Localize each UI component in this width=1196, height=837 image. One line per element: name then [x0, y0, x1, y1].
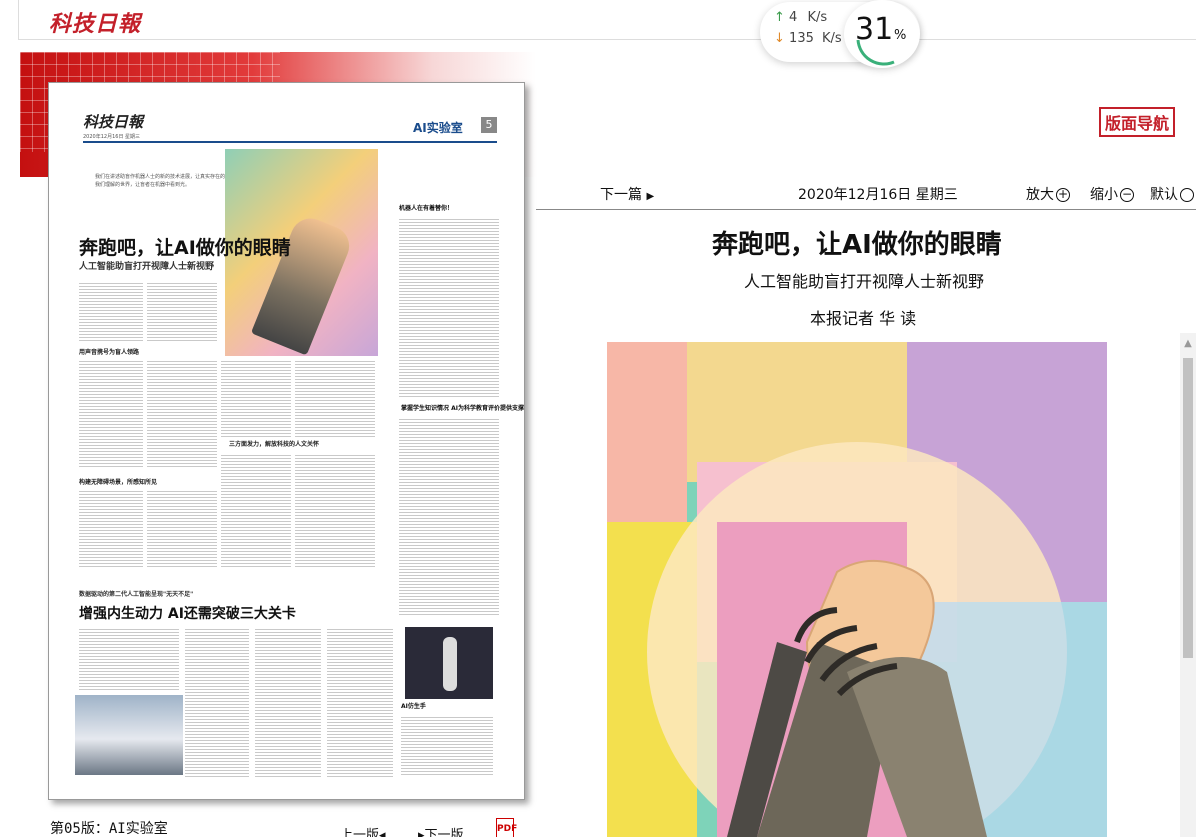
thumb-subheadline: 人工智能助盲打开视障人士新视野 [79, 262, 215, 272]
thumb-headline-2[interactable]: 增强内生动力 AI还需突破三大关卡 [79, 603, 296, 623]
prev-page-link[interactable]: 上一版◂ [340, 824, 386, 837]
thumb-header-rule [83, 141, 497, 143]
thumb-logo: 科技日報 [83, 113, 144, 131]
zoom-in-icon: + [1056, 187, 1070, 202]
robot-and-human-hands-illustration [727, 559, 987, 837]
top-header-bar: 科技日報 [18, 0, 1196, 40]
article-author: 本报记者 华 读 [810, 309, 917, 328]
upload-speed: ↑ 4 K/s [774, 10, 828, 25]
zoom-default-button[interactable]: 默认 [1150, 184, 1194, 204]
text-column [295, 359, 375, 439]
text-column [295, 453, 375, 569]
article-hero-image[interactable] [607, 342, 1107, 837]
up-arrow-icon: ↑ [774, 10, 785, 25]
article-toolbar: 下一篇 ▶ 2020年12月16日 星期三 放大 + 缩小 − 默认 [536, 180, 1196, 210]
download-speed: ↓ 135 K/s [774, 31, 842, 46]
text-column [147, 281, 217, 341]
zoom-out-button[interactable]: 缩小 − [1090, 184, 1134, 204]
down-arrow-icon: ↓ [774, 31, 785, 46]
text-column [327, 627, 393, 777]
text-column [79, 489, 143, 569]
zoom-default-icon [1180, 188, 1194, 202]
text-column [399, 417, 499, 617]
pdf-icon[interactable]: PDF [496, 818, 517, 837]
page-preview-panel: 科技日報 2020年12月16日 星期三 AI实验室 5 我们在讲述助盲作机器人… [20, 52, 536, 837]
article-subtitle: 人工智能助盲打开视障人士新视野 [744, 272, 985, 291]
text-column [221, 453, 291, 569]
thumb-photo-expo[interactable] [75, 695, 183, 775]
thumb-kicker-2: 数据驱动的第二代人工智能呈现"无天不足" [79, 591, 194, 598]
article-title: 奔跑吧，让AI做你的眼睛 [712, 230, 1002, 260]
text-column [79, 281, 143, 341]
text-column [399, 217, 499, 397]
thumb-dateline: 2020年12月16日 星期三 [83, 134, 141, 140]
zoom-in-button[interactable]: 放大 + [1026, 184, 1070, 204]
thumb-side-headline-3: AI仿生手 [401, 703, 426, 710]
percent-sign: % [894, 28, 907, 43]
page-navigation-button[interactable]: 版面导航 [1099, 107, 1176, 137]
thumb-subhead-1: 用声音携号为盲人领路 [79, 349, 140, 356]
site-logo[interactable]: 科技日報 [49, 6, 141, 38]
newspaper-page-thumbnail[interactable]: 科技日報 2020年12月16日 星期三 AI实验室 5 我们在讲述助盲作机器人… [48, 82, 525, 800]
newspaper-viewer: 科技日報 ↑ 4 K/s ↓ 135 K/s 31 % 科技日報 2020年12… [0, 0, 1196, 837]
thumb-subhead-2: 构建无障碍场景，所感知所见 [79, 479, 158, 486]
thumb-section-label: AI实验室 [413, 121, 463, 135]
text-column [147, 489, 217, 569]
next-article-link[interactable]: 下一篇 ▶ [600, 184, 654, 204]
text-column [185, 627, 249, 777]
network-speed-widget[interactable]: ↑ 4 K/s ↓ 135 K/s 31 % [760, 0, 920, 68]
zoom-out-icon: − [1120, 187, 1134, 202]
thumb-subhead-3: 三方面发力，解放科技的人文关怀 [229, 441, 320, 448]
thumb-side-headline-2: 掌握学生知识情况 AI为科学教育评价提供支撑 [401, 405, 524, 412]
next-page-link[interactable]: ▸下一版 [418, 824, 464, 837]
text-column [79, 627, 179, 691]
prev-arrow-icon: ◂ [379, 828, 386, 837]
thumb-pull-quote: 我们在讲述助盲作机器人士的新的技术进展，让真实存在的我们理解的世界，让盲者在机器… [95, 174, 226, 188]
percent-value: 31 [855, 12, 894, 47]
text-column [401, 715, 493, 775]
text-column [79, 359, 143, 469]
thumb-page-number: 5 [481, 117, 497, 133]
thumb-side-headline-1: 机器人在有着替你！ [399, 205, 454, 212]
play-arrow-icon: ▶ [646, 191, 655, 202]
page-label: 第05版：AI实验室 [50, 821, 168, 837]
text-column [147, 359, 217, 469]
scrollbar-thumb[interactable] [1183, 358, 1193, 658]
thumb-headline[interactable]: 奔跑吧，让AI做你的眼睛 [79, 233, 291, 260]
issue-date: 2020年12月16日 星期三 [798, 187, 958, 203]
text-column [255, 627, 321, 777]
thumb-photo-robot[interactable] [405, 627, 493, 699]
figure-shape [443, 637, 457, 691]
scroll-up-icon[interactable]: ▲ [1180, 333, 1196, 355]
text-column [221, 359, 291, 439]
